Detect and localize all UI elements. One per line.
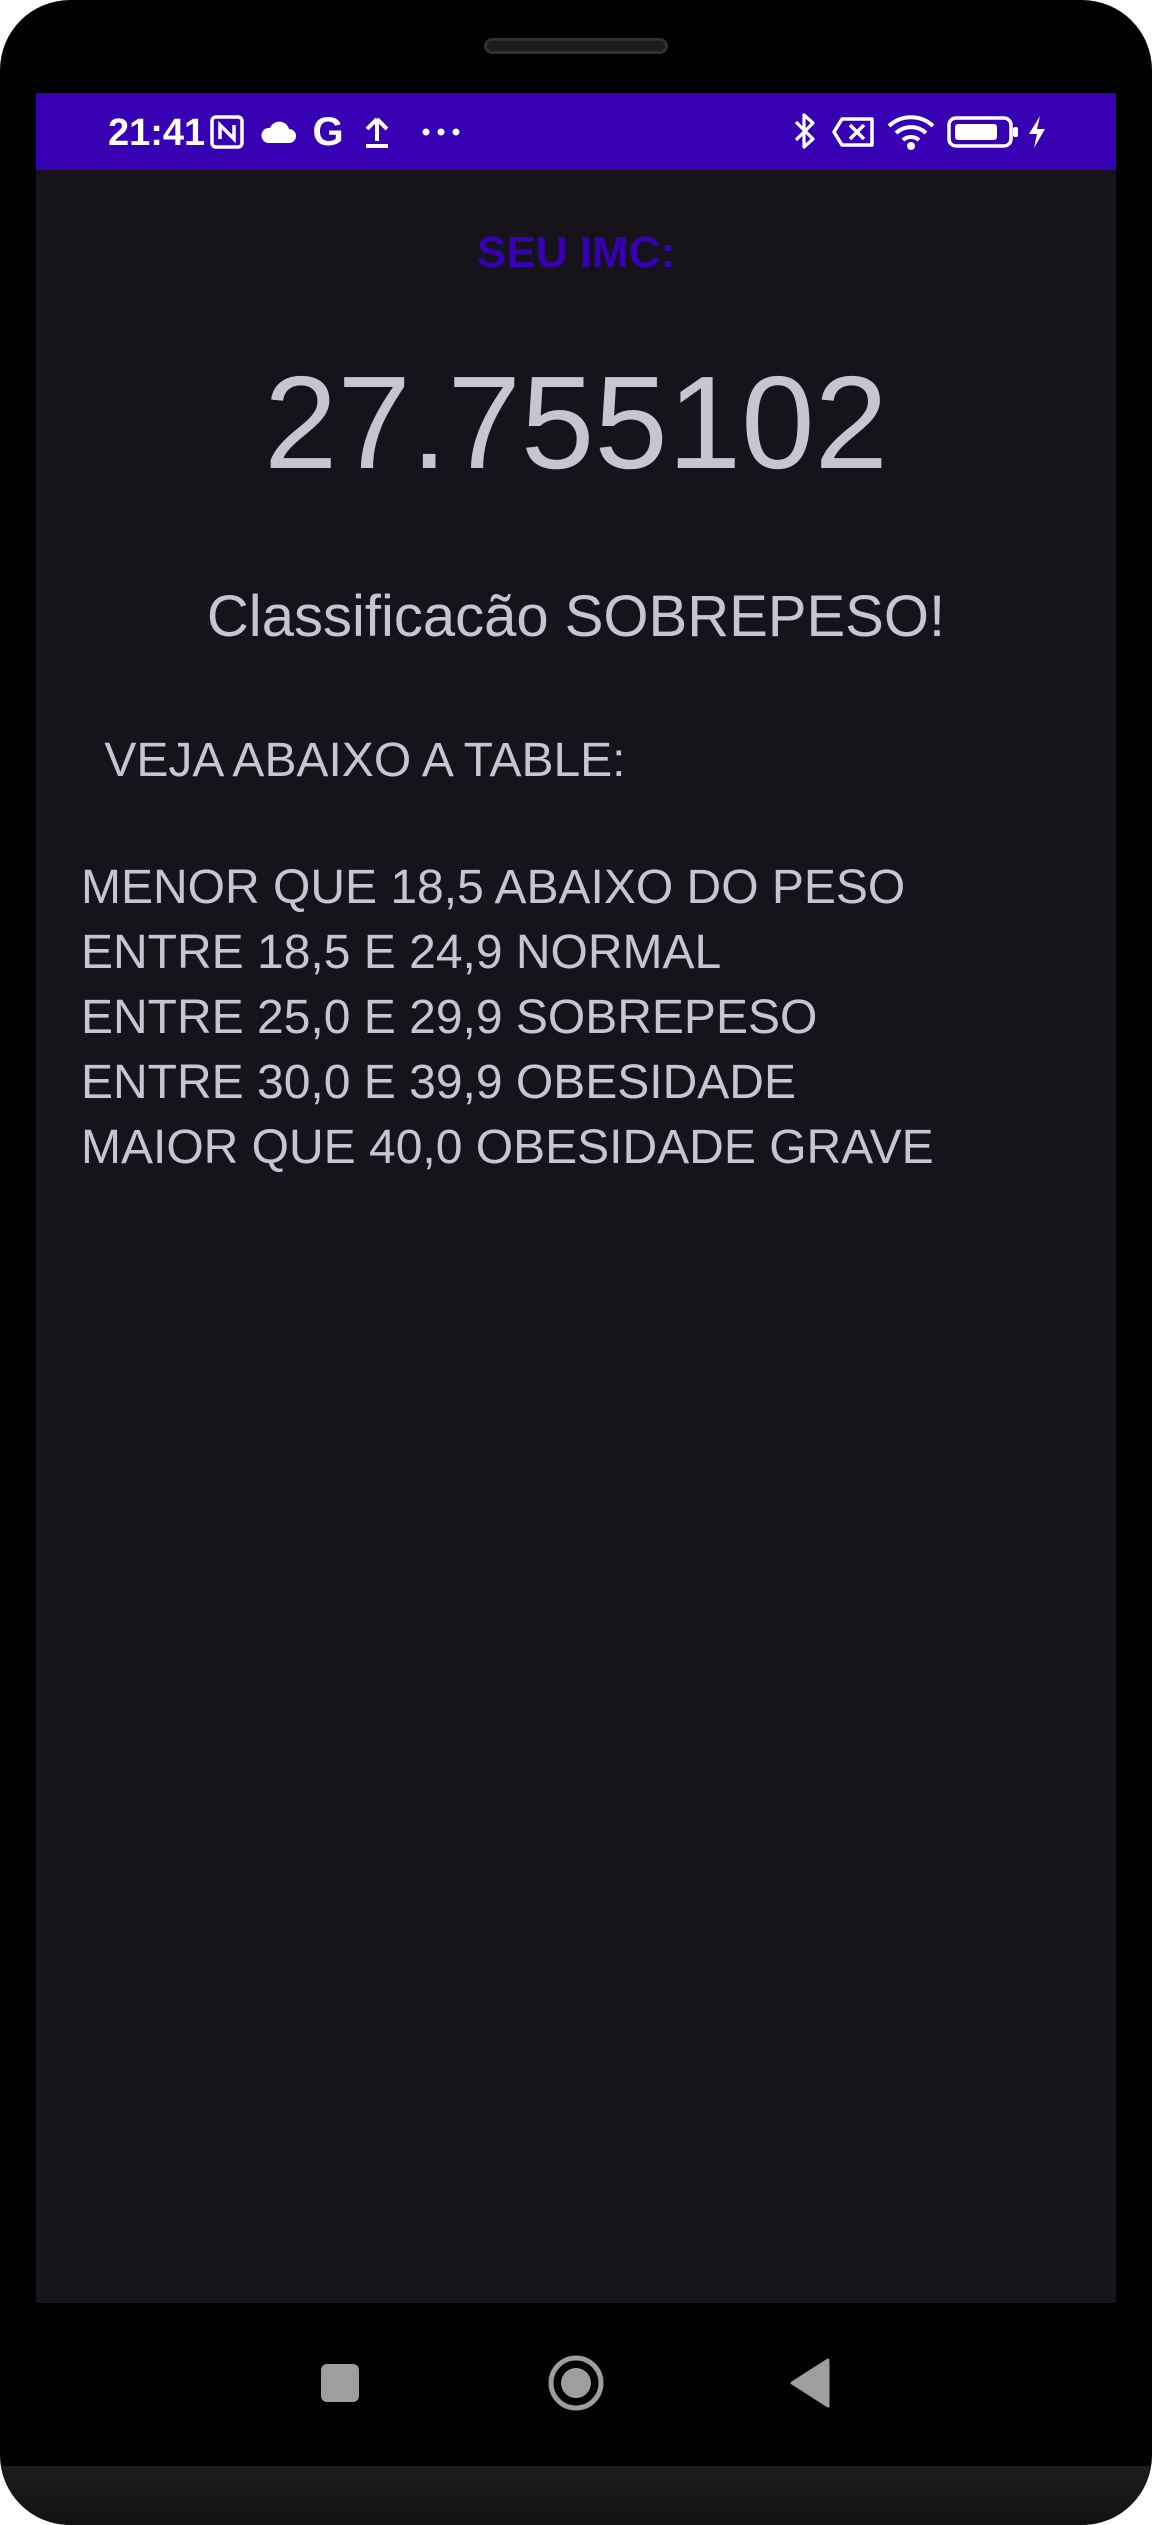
no-sim-icon [831, 115, 877, 149]
table-row: ENTRE 30,0 E 39,9 OBESIDADE [81, 1056, 796, 1109]
table-row: ENTRE 18,5 E 24,9 NORMAL [81, 926, 722, 979]
nfc-icon [208, 113, 246, 151]
bottom-bezel [0, 2466, 1152, 2525]
upload-icon [361, 113, 393, 151]
bmi-table: MENOR QUE 18,5 ABAIXO DO PESO ENTRE 18,5… [81, 855, 934, 1180]
charging-icon [1024, 113, 1050, 151]
back-icon[interactable] [770, 2343, 850, 2423]
screen: 21:41 G SEU IMC: 27.755102 Classificacão… [36, 93, 1116, 2303]
classification-text: Classificacão SOBREPESO! [206, 584, 946, 649]
battery-icon [946, 115, 1020, 149]
earpiece-speaker [484, 38, 668, 54]
google-icon: G [312, 109, 344, 154]
phone-frame: 21:41 G SEU IMC: 27.755102 Classificacão… [0, 0, 1152, 2525]
status-time: 21:41 [108, 112, 206, 154]
table-row: MENOR QUE 18,5 ABAIXO DO PESO [81, 861, 906, 914]
wifi-icon [884, 111, 938, 153]
bluetooth-icon [790, 111, 820, 151]
imc-label: SEU IMC: [477, 228, 675, 277]
table-row: MAIOR QUE 40,0 OBESIDADE GRAVE [81, 1121, 934, 1174]
cloud-icon [258, 115, 298, 149]
table-row: ENTRE 25,0 E 29,9 SOBREPESO [81, 991, 818, 1044]
status-bar: 21:41 G [36, 93, 1116, 170]
recent-apps-icon[interactable] [300, 2343, 380, 2423]
imc-value: 27.755102 [264, 349, 888, 496]
more-notifications-icon [419, 115, 463, 149]
table-title: VEJA ABAIXO A TABLE: [91, 734, 626, 787]
home-icon[interactable] [536, 2339, 616, 2427]
navigation-bar [0, 2303, 1152, 2453]
